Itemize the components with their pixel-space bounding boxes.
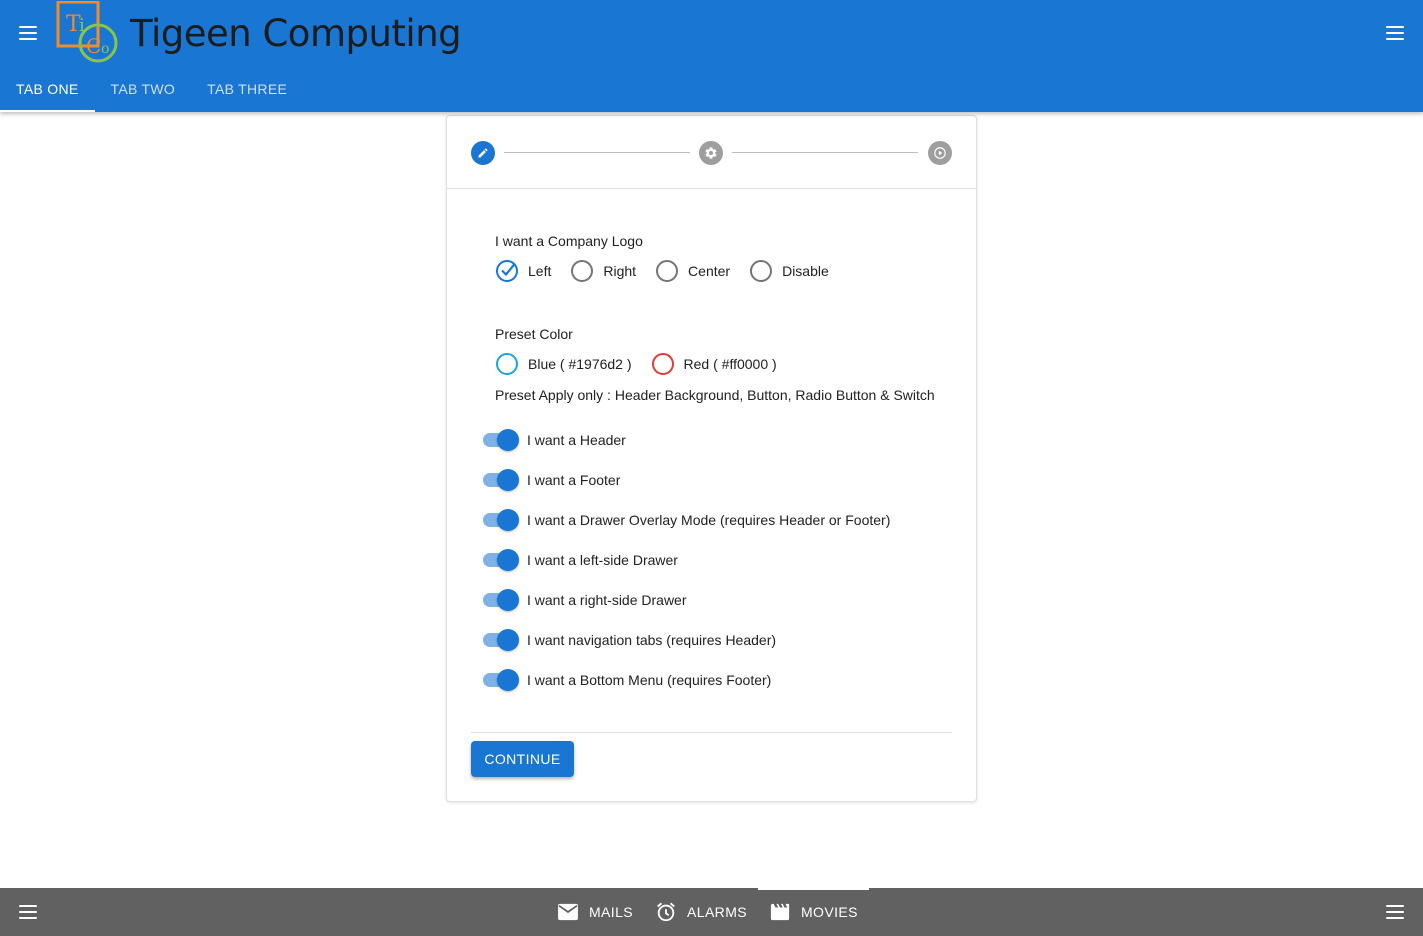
toggle-switch[interactable]	[483, 469, 519, 491]
switch-label: I want navigation tabs (requires Header)	[527, 632, 777, 648]
radio-checked-icon	[496, 260, 518, 282]
radio-label: Disable	[782, 263, 829, 279]
switch-label: I want a left-side Drawer	[527, 552, 678, 568]
toggle-switch[interactable]	[483, 669, 519, 691]
left-drawer-menu-button[interactable]	[8, 13, 48, 53]
right-drawer-menu-button[interactable]	[1375, 13, 1415, 53]
switch-header[interactable]: I want a Header	[483, 429, 626, 451]
logo-option-right[interactable]: Right	[571, 260, 636, 282]
company-logo-label: I want a Company Logo	[495, 233, 643, 249]
logo-option-left[interactable]: Left	[496, 260, 551, 282]
switch-navigation-tabs[interactable]: I want navigation tabs (requires Header)	[483, 629, 776, 651]
logo-option-center[interactable]: Center	[656, 260, 730, 282]
preset-option-red[interactable]: Red ( #ff0000 )	[651, 353, 777, 375]
stepper-header	[447, 116, 976, 189]
brand-logo: T i C o Tigeen Computing	[56, 0, 462, 66]
radio-label: Center	[688, 263, 731, 279]
preset-color-label: Preset Color	[495, 326, 573, 342]
tab-two[interactable]: TAB TWO	[95, 66, 192, 112]
bottom-menu-mails[interactable]: MAILS	[546, 888, 644, 936]
toggle-switch[interactable]	[483, 549, 519, 571]
toggle-switch[interactable]	[483, 629, 519, 651]
movie-icon	[769, 901, 791, 923]
switch-label: I want a Footer	[527, 472, 621, 488]
radio-unchecked-icon	[651, 353, 674, 375]
preset-note: Preset Apply only : Header Background, B…	[495, 387, 935, 403]
bottom-menu-label: MAILS	[589, 904, 634, 920]
switch-footer[interactable]: I want a Footer	[483, 469, 620, 491]
radio-label: Left	[528, 263, 552, 279]
logo-option-disable[interactable]: Disable	[750, 260, 829, 282]
switch-label: I want a right-side Drawer	[527, 592, 687, 608]
bottom-menu-movies[interactable]: MOVIES	[758, 888, 869, 936]
hamburger-icon	[19, 26, 37, 40]
bottom-menu-alarms[interactable]: ALARMS	[644, 888, 758, 936]
svg-text:o: o	[101, 41, 109, 57]
bottom-menu-label: MOVIES	[801, 904, 858, 920]
radio-label: Red ( #ff0000 )	[683, 356, 777, 372]
switch-label: I want a Header	[527, 432, 626, 448]
radio-label: Blue ( #1976d2 )	[528, 356, 632, 372]
footer-right-menu-button[interactable]	[1375, 892, 1415, 932]
hamburger-icon	[19, 905, 37, 919]
company-logo-radio-group: Left Right Center Disable	[496, 260, 849, 282]
brand-name: Tigeen Computing	[130, 11, 462, 55]
step-1-edit[interactable]	[471, 141, 495, 165]
radio-unchecked-icon	[656, 260, 679, 282]
tab-one[interactable]: TAB ONE	[0, 66, 95, 112]
alarm-icon	[655, 901, 677, 923]
toggle-switch[interactable]	[483, 429, 519, 451]
step-3-run[interactable]	[928, 141, 952, 165]
toggle-switch[interactable]	[483, 589, 519, 611]
preset-option-blue[interactable]: Blue ( #1976d2 )	[496, 353, 632, 375]
step-connector	[732, 152, 918, 153]
tico-logo-icon: T i C o	[56, 0, 120, 65]
bottom-menu-label: ALARMS	[687, 904, 747, 920]
tab-three[interactable]: TAB THREE	[191, 66, 303, 112]
switch-label: I want a Bottom Menu (requires Footer)	[527, 672, 772, 688]
switch-bottom-menu[interactable]: I want a Bottom Menu (requires Footer)	[483, 669, 771, 691]
radio-unchecked-icon	[750, 260, 773, 282]
mail-icon	[557, 901, 579, 923]
preset-color-radio-group: Blue ( #1976d2 ) Red ( #ff0000 )	[496, 353, 797, 375]
toggle-switch[interactable]	[483, 509, 519, 531]
radio-unchecked-icon	[496, 353, 518, 375]
footer-left-menu-button[interactable]	[8, 892, 48, 932]
switch-drawer-overlay[interactable]: I want a Drawer Overlay Mode (requires H…	[483, 509, 890, 531]
svg-text:C: C	[86, 34, 101, 58]
hamburger-icon	[1386, 26, 1404, 40]
app-footer: MAILS ALARMS MOVIES	[0, 888, 1423, 936]
continue-button[interactable]: CONTINUE	[471, 741, 574, 777]
switch-right-drawer[interactable]: I want a right-side Drawer	[483, 589, 687, 611]
play-circle-icon	[934, 147, 946, 159]
switch-label: I want a Drawer Overlay Mode (requires H…	[527, 512, 891, 528]
bottom-menu: MAILS ALARMS MOVIES	[546, 888, 869, 936]
step-2-settings[interactable]	[699, 141, 723, 165]
step-connector	[504, 152, 690, 153]
svg-text:i: i	[79, 15, 85, 36]
setup-stepper-card: I want a Company Logo Left Right Center …	[446, 115, 977, 802]
divider	[471, 732, 952, 733]
navigation-tabs: TAB ONE TAB TWO TAB THREE	[0, 66, 303, 112]
switch-left-drawer[interactable]: I want a left-side Drawer	[483, 549, 678, 571]
radio-label: Right	[603, 263, 637, 279]
pencil-icon	[478, 148, 488, 158]
hamburger-icon	[1386, 905, 1404, 919]
gear-icon	[705, 147, 717, 159]
radio-unchecked-icon	[571, 260, 594, 282]
app-header: T i C o Tigeen Computing TAB ONE TAB TWO…	[0, 0, 1423, 112]
